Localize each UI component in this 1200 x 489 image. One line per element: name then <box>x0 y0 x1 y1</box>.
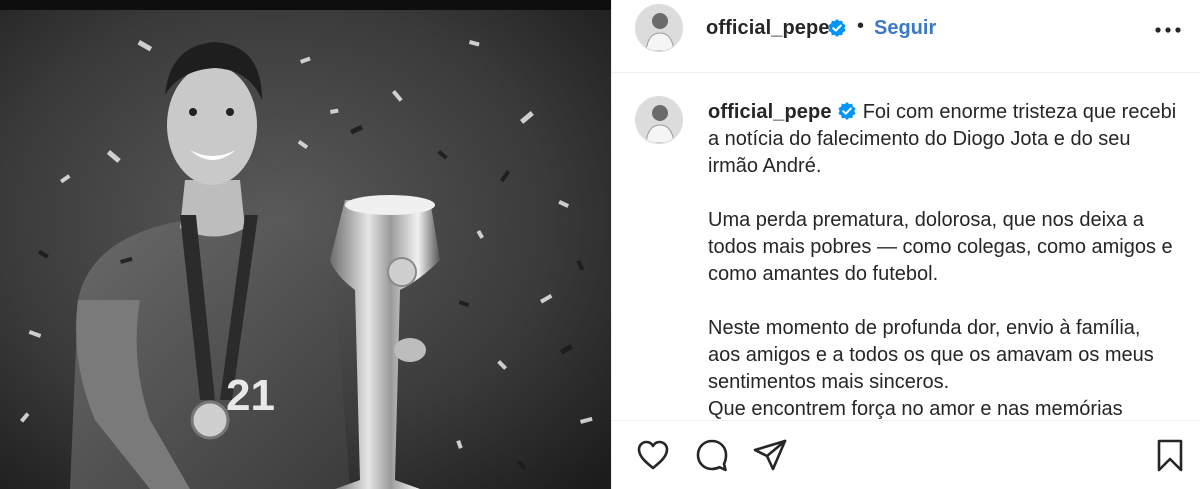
avatar[interactable] <box>635 4 683 52</box>
more-options-icon[interactable] <box>1152 18 1184 42</box>
heart-icon[interactable] <box>635 437 671 473</box>
bookmark-icon[interactable] <box>1152 437 1188 473</box>
caption-text: official_pepe Foi com enorme tristeza qu… <box>708 99 1178 420</box>
jersey-number: 21 <box>226 371 275 420</box>
share-icon[interactable] <box>752 437 788 473</box>
caption-username[interactable]: official_pepe <box>708 101 832 123</box>
caption-paragraph: Uma perda prematura, dolorosa, que nos d… <box>708 209 1173 285</box>
post-header: official_pepe • Seguir <box>612 0 1200 73</box>
post-side-panel: official_pepe • Seguir official_pepe Foi… <box>611 0 1200 489</box>
verified-badge-icon <box>828 19 846 37</box>
post-photo: 21 <box>0 0 611 489</box>
verified-badge-icon <box>838 102 856 120</box>
caption-avatar[interactable] <box>635 96 683 144</box>
post-username[interactable]: official_pepe <box>706 17 830 40</box>
separator-dot: • <box>857 15 865 37</box>
avatar-image <box>636 5 682 51</box>
caption-paragraph: Neste momento de profunda dor, envio à f… <box>708 317 1154 393</box>
comment-icon[interactable] <box>694 437 730 473</box>
post-actions <box>612 420 1200 489</box>
follow-button[interactable]: Seguir <box>874 17 936 40</box>
avatar-image <box>636 97 682 143</box>
caption-paragraph: Que encontrem força no amor e nas memóri… <box>708 398 1123 420</box>
caption-area: official_pepe Foi com enorme tristeza qu… <box>612 74 1200 420</box>
post-image: 21 <box>0 0 611 489</box>
